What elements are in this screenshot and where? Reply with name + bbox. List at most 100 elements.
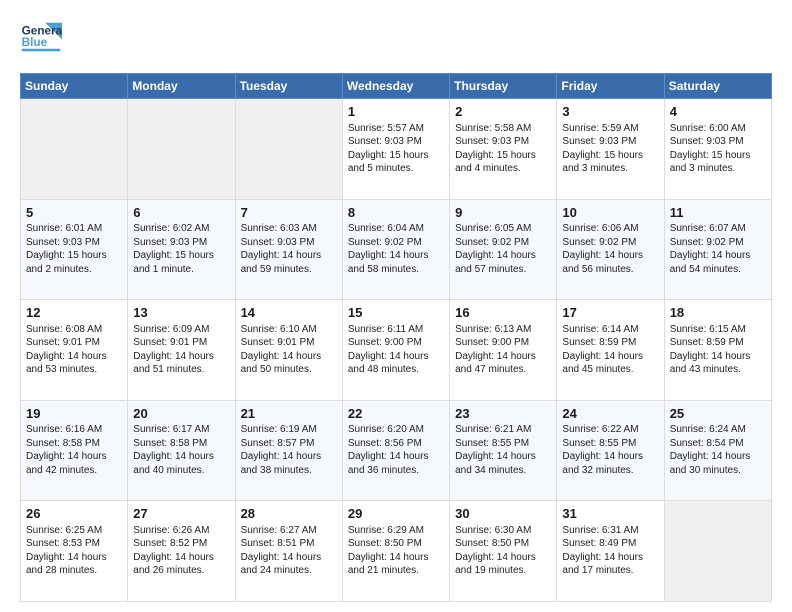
calendar-cell: 13Sunrise: 6:09 AMSunset: 9:01 PMDayligh… [128,300,235,401]
sunset-time: Sunset: 8:58 PM [133,438,207,449]
sunrise-time: Sunrise: 6:22 AM [562,424,638,435]
sunrise-time: Sunrise: 6:09 AM [133,324,209,335]
sunrise-time: Sunrise: 6:29 AM [348,525,424,536]
sunrise-time: Sunrise: 6:08 AM [26,324,102,335]
calendar-cell: 17Sunrise: 6:14 AMSunset: 8:59 PMDayligh… [557,300,664,401]
column-header-tuesday: Tuesday [235,74,342,99]
sunset-time: Sunset: 9:02 PM [455,237,529,248]
daylight-hours: Daylight: 14 hours and 45 minutes. [562,351,643,376]
day-number: 1 [348,103,444,121]
sunset-time: Sunset: 9:03 PM [348,136,422,147]
calendar-week-1: 1 Sunrise: 5:57 AM Sunset: 9:03 PM Daylight… [21,99,772,200]
calendar-cell: 6Sunrise: 6:02 AMSunset: 9:03 PMDaylight… [128,199,235,300]
sunset-time: Sunset: 8:52 PM [133,538,207,549]
sunset-time: Sunset: 8:55 PM [562,438,636,449]
sunrise-time: Sunrise: 6:15 AM [670,324,746,335]
daylight-hours: Daylight: 14 hours and 53 minutes. [26,351,107,376]
calendar-week-3: 12Sunrise: 6:08 AMSunset: 9:01 PMDayligh… [21,300,772,401]
calendar-cell: 12Sunrise: 6:08 AMSunset: 9:01 PMDayligh… [21,300,128,401]
sunset-time: Sunset: 9:00 PM [455,337,529,348]
column-header-thursday: Thursday [450,74,557,99]
daylight-hours: Daylight: 15 hours and 4 minutes. [455,150,536,175]
calendar-cell: 2 Sunrise: 5:58 AM Sunset: 9:03 PM Daylight… [450,99,557,200]
calendar-cell: 22Sunrise: 6:20 AMSunset: 8:56 PMDayligh… [342,400,449,501]
sunrise-time: Sunrise: 6:21 AM [455,424,531,435]
calendar-cell: 18 Sunrise: 6:15 AM Sunset: 8:59 PM Dayligh… [664,300,771,401]
daylight-hours: Daylight: 15 hours and 3 minutes. [562,150,643,175]
sunrise-time: Sunrise: 5:59 AM [562,123,638,134]
day-number: 24 [562,405,658,423]
day-number: 4 [670,103,766,121]
sunrise-time: Sunrise: 6:04 AM [348,223,424,234]
daylight-hours: Daylight: 14 hours and 21 minutes. [348,552,429,577]
sunrise-time: Sunrise: 6:11 AM [348,324,423,335]
daylight-hours: Daylight: 14 hours and 43 minutes. [670,351,751,376]
daylight-hours: Daylight: 14 hours and 51 minutes. [133,351,214,376]
sunset-time: Sunset: 9:03 PM [26,237,100,248]
daylight-hours: Daylight: 15 hours and 1 minute. [133,250,214,275]
calendar-cell: 23Sunrise: 6:21 AMSunset: 8:55 PMDayligh… [450,400,557,501]
calendar-cell: 19Sunrise: 6:16 AMSunset: 8:58 PMDayligh… [21,400,128,501]
column-header-monday: Monday [128,74,235,99]
sunset-time: Sunset: 9:03 PM [241,237,315,248]
sunrise-time: Sunrise: 6:20 AM [348,424,424,435]
daylight-hours: Daylight: 15 hours and 5 minutes. [348,150,429,175]
sunset-time: Sunset: 8:57 PM [241,438,315,449]
calendar-cell [128,99,235,200]
day-number: 7 [241,204,337,222]
daylight-hours: Daylight: 14 hours and 57 minutes. [455,250,536,275]
calendar-header-row: SundayMondayTuesdayWednesdayThursdayFrid… [21,74,772,99]
calendar-cell [235,99,342,200]
sunset-time: Sunset: 9:01 PM [26,337,100,348]
sunset-time: Sunset: 9:03 PM [455,136,529,147]
day-number: 31 [562,505,658,523]
sunrise-time: Sunrise: 6:06 AM [562,223,638,234]
daylight-hours: Daylight: 14 hours and 24 minutes. [241,552,322,577]
sunrise-time: Sunrise: 6:26 AM [133,525,209,536]
calendar-cell: 30Sunrise: 6:30 AMSunset: 8:50 PMDayligh… [450,501,557,602]
daylight-hours: Daylight: 14 hours and 34 minutes. [455,451,536,476]
calendar-cell: 31Sunrise: 6:31 AMSunset: 8:49 PMDayligh… [557,501,664,602]
sunrise-time: Sunrise: 6:30 AM [455,525,531,536]
daylight-hours: Daylight: 14 hours and 40 minutes. [133,451,214,476]
daylight-hours: Daylight: 14 hours and 56 minutes. [562,250,643,275]
day-number: 18 [670,304,766,322]
sunrise-time: Sunrise: 6:10 AM [241,324,317,335]
day-number: 28 [241,505,337,523]
daylight-hours: Daylight: 14 hours and 42 minutes. [26,451,107,476]
calendar-cell: 1 Sunrise: 5:57 AM Sunset: 9:03 PM Daylight… [342,99,449,200]
daylight-hours: Daylight: 14 hours and 59 minutes. [241,250,322,275]
day-number: 2 [455,103,551,121]
sunset-time: Sunset: 8:53 PM [26,538,100,549]
sunset-time: Sunset: 9:03 PM [562,136,636,147]
calendar-cell: 4Sunrise: 6:00 AMSunset: 9:03 PMDaylight… [664,99,771,200]
day-number: 15 [348,304,444,322]
sunset-time: Sunset: 8:59 PM [670,337,744,348]
sunrise-time: Sunrise: 5:57 AM [348,123,424,134]
calendar-cell: 15Sunrise: 6:11 AMSunset: 9:00 PMDayligh… [342,300,449,401]
calendar-cell [664,501,771,602]
day-number: 20 [133,405,229,423]
sunrise-time: Sunrise: 6:03 AM [241,223,317,234]
sunrise-time: Sunrise: 6:05 AM [455,223,531,234]
sunset-time: Sunset: 8:54 PM [670,438,744,449]
daylight-hours: Daylight: 14 hours and 38 minutes. [241,451,322,476]
sunrise-time: Sunrise: 6:24 AM [670,424,746,435]
sunrise-time: Sunrise: 6:27 AM [241,525,317,536]
day-number: 21 [241,405,337,423]
day-number: 11 [670,204,766,222]
day-number: 25 [670,405,766,423]
sunrise-time: Sunrise: 6:13 AM [455,324,531,335]
sunrise-time: Sunrise: 5:58 AM [455,123,531,134]
calendar-cell: 26Sunrise: 6:25 AMSunset: 8:53 PMDayligh… [21,501,128,602]
calendar-cell: 3Sunrise: 5:59 AMSunset: 9:03 PMDaylight… [557,99,664,200]
calendar-cell: 27Sunrise: 6:26 AMSunset: 8:52 PMDayligh… [128,501,235,602]
daylight-hours: Daylight: 14 hours and 54 minutes. [670,250,751,275]
calendar-cell: 7Sunrise: 6:03 AM Sunset: 9:03 PM Daylight… [235,199,342,300]
sunset-time: Sunset: 8:56 PM [348,438,422,449]
day-number: 8 [348,204,444,222]
page: General Blue SundayMondayTuesdayWednesda… [0,0,792,612]
sunset-time: Sunset: 9:00 PM [348,337,422,348]
column-header-saturday: Saturday [664,74,771,99]
calendar-cell: 21Sunrise: 6:19 AMSunset: 8:57 PMDayligh… [235,400,342,501]
